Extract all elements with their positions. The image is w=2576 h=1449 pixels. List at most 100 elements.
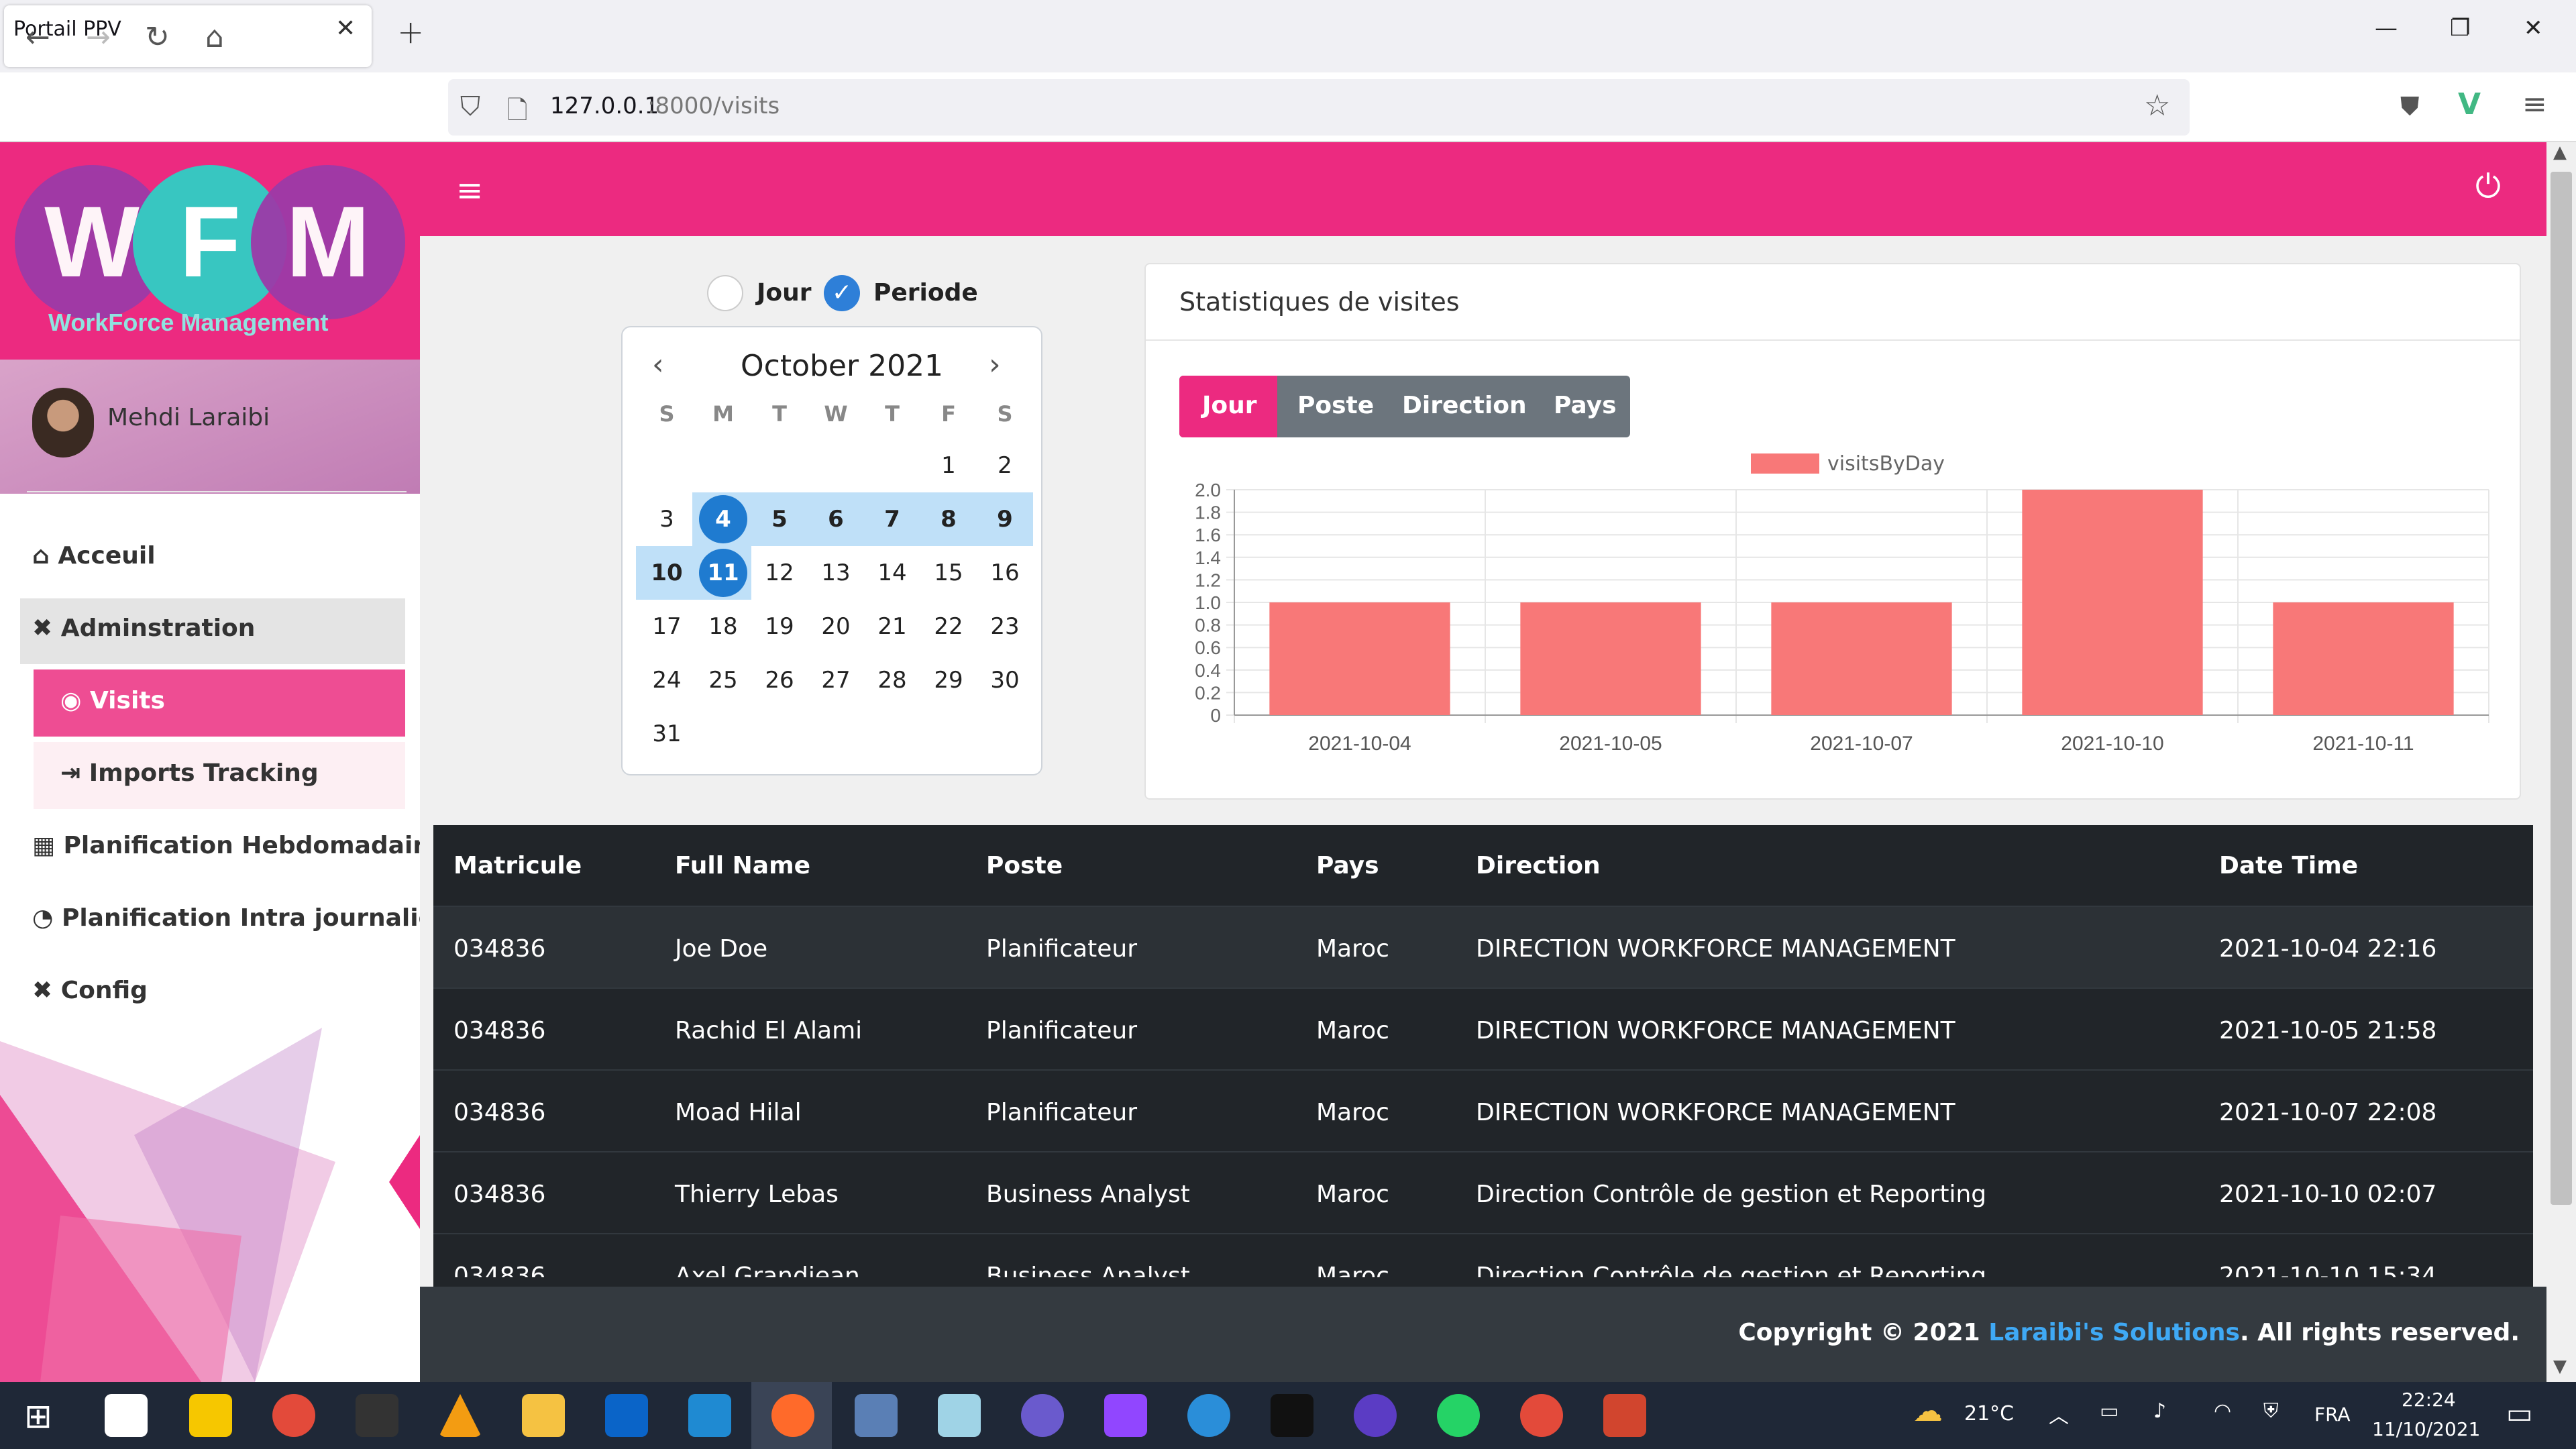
calendar-day[interactable]: 17	[639, 600, 695, 653]
back-icon[interactable]: ←	[25, 20, 50, 54]
clock-date[interactable]: 11/10/2021	[2372, 1418, 2480, 1440]
sidebar-item-config[interactable]: ✖ Config	[32, 977, 148, 1004]
chevron-left-icon[interactable]: ‹	[652, 347, 664, 382]
sidebar-item-planification-hebdo[interactable]: ▦ Planification Hebdomadaire	[32, 832, 420, 859]
calendar-day[interactable]: 2	[977, 439, 1033, 492]
chrome-icon[interactable]	[272, 1394, 315, 1437]
vue-devtools-icon[interactable]: V	[2458, 87, 2481, 121]
eclipse-icon[interactable]	[1021, 1394, 1064, 1437]
stats-tab-poste[interactable]: Poste	[1297, 392, 1374, 419]
calendar-day[interactable]: 4	[695, 492, 751, 546]
tab-close-icon[interactable]: ✕	[335, 15, 356, 42]
bookmark-star-icon[interactable]: ☆	[2144, 89, 2170, 123]
calendar-day[interactable]: 21	[864, 600, 920, 653]
reload-icon[interactable]: ↻	[145, 20, 170, 54]
calendar-day[interactable]: 26	[751, 653, 808, 707]
battery-icon[interactable]: ▭	[2100, 1399, 2118, 1423]
window-close-icon[interactable]: ✕	[2524, 15, 2543, 42]
calendar-day[interactable]: 30	[977, 653, 1033, 707]
restore-icon[interactable]: ❐	[2450, 15, 2470, 42]
calendar-day[interactable]: 23	[977, 600, 1033, 653]
iptv-icon[interactable]	[1354, 1394, 1397, 1437]
calendar-day[interactable]: 27	[808, 653, 864, 707]
calendar-day[interactable]: 7	[864, 492, 920, 546]
clock-time[interactable]: 22:24	[2402, 1389, 2456, 1411]
periode-radio[interactable]: ✓	[824, 275, 860, 311]
sidebar-item-adminstration[interactable]: ✖ Adminstration	[32, 614, 255, 642]
hamburger-icon[interactable]: ≡	[456, 172, 483, 209]
calendar-day[interactable]: 5	[751, 492, 808, 546]
calendar-day[interactable]: 14	[864, 546, 920, 600]
chrome-profile-icon[interactable]	[1520, 1394, 1563, 1437]
windows-start-icon[interactable]: ⊞	[24, 1397, 52, 1436]
company-link[interactable]: Laraibi's Solutions	[1988, 1319, 2240, 1346]
calendar-day[interactable]: 18	[695, 600, 751, 653]
calendar-day[interactable]: 1	[920, 439, 977, 492]
scroll-down-icon[interactable]: ▼	[2553, 1356, 2567, 1377]
calendar-day[interactable]: 19	[751, 600, 808, 653]
calendar-day[interactable]: 29	[920, 653, 977, 707]
notion-icon[interactable]	[105, 1394, 148, 1437]
weather-icon[interactable]: ☁	[1913, 1394, 1943, 1428]
minimize-icon[interactable]: —	[2375, 15, 2398, 42]
table-header-cell[interactable]: Full Name	[675, 852, 810, 879]
security-icon[interactable]: ⛨	[2263, 1399, 2279, 1423]
forward-icon[interactable]: →	[86, 20, 111, 54]
calendar-day[interactable]: 12	[751, 546, 808, 600]
remote-desktop-icon[interactable]	[855, 1394, 898, 1437]
table-header-cell[interactable]: Pays	[1316, 852, 1379, 879]
calendar-day[interactable]: 9	[977, 492, 1033, 546]
calendar-day[interactable]: 10	[639, 546, 695, 600]
calendar-day[interactable]: 22	[920, 600, 977, 653]
calendar-day[interactable]: 8	[920, 492, 977, 546]
pocket-icon[interactable]: ⛊	[2400, 91, 2420, 121]
calendar-day[interactable]: 15	[920, 546, 977, 600]
jour-radio[interactable]	[707, 275, 743, 311]
table-header-cell[interactable]: Date Time	[2219, 852, 2358, 879]
power-icon[interactable]: ⏻	[2475, 168, 2501, 206]
eraser-icon[interactable]	[938, 1394, 981, 1437]
scrollbar-thumb[interactable]	[2551, 172, 2572, 1205]
calendar-day[interactable]: 11	[695, 546, 751, 600]
calendar-day[interactable]: 20	[808, 600, 864, 653]
messenger-icon[interactable]	[1187, 1394, 1230, 1437]
whatsapp-icon[interactable]	[1437, 1394, 1480, 1437]
calendar-day[interactable]: 3	[639, 492, 695, 546]
stats-tab-jour[interactable]: Jour	[1202, 392, 1257, 419]
app-icon[interactable]	[1271, 1394, 1313, 1437]
calendar-day[interactable]: 16	[977, 546, 1033, 600]
scroll-up-icon[interactable]: ▲	[2553, 142, 2567, 162]
table-header-cell[interactable]: Poste	[986, 852, 1063, 879]
sidebar-item-acceuil[interactable]: ⌂ Acceuil	[32, 542, 156, 570]
sidebar-item-planification-intra[interactable]: ◔ Planification Intra journaliè	[32, 904, 420, 932]
app-icon-2[interactable]	[1603, 1394, 1646, 1437]
menu-icon[interactable]: ≡	[2522, 87, 2547, 121]
home-icon[interactable]: ⌂	[205, 20, 224, 54]
sidebar-item-visits[interactable]: ◉ Visits	[60, 687, 165, 714]
vscode-icon[interactable]	[688, 1394, 731, 1437]
twitch-icon[interactable]	[1104, 1394, 1147, 1437]
language-indicator[interactable]: FRA	[2314, 1403, 2351, 1426]
new-tab-icon[interactable]: +	[397, 13, 424, 51]
wifi-icon[interactable]: ◠	[2214, 1399, 2231, 1423]
table-header-cell[interactable]: Matricule	[453, 852, 582, 879]
calendar-day[interactable]: 13	[808, 546, 864, 600]
table-header-cell[interactable]: Direction	[1476, 852, 1601, 879]
stats-tab-direction[interactable]: Direction	[1402, 392, 1527, 419]
tray-chevron-icon[interactable]: ︿	[2049, 1399, 2069, 1429]
stats-tab-pays[interactable]: Pays	[1554, 392, 1617, 419]
shield-icon[interactable]: ⛉	[460, 91, 480, 122]
sticky-notes-icon[interactable]	[189, 1394, 232, 1437]
calendar-day[interactable]: 25	[695, 653, 751, 707]
notifications-icon[interactable]: ▭	[2506, 1397, 2533, 1430]
calendar-day[interactable]: 28	[864, 653, 920, 707]
calendar-day[interactable]: 31	[639, 707, 695, 761]
calendar-day[interactable]: 24	[639, 653, 695, 707]
outlook-icon[interactable]	[605, 1394, 648, 1437]
volume-icon[interactable]: ♪	[2153, 1399, 2166, 1423]
file-explorer-icon[interactable]	[522, 1394, 565, 1437]
chevron-right-icon[interactable]: ›	[989, 347, 1001, 382]
firefox-icon[interactable]	[771, 1394, 814, 1437]
terminal-icon[interactable]	[356, 1394, 398, 1437]
sidebar-item-imports-tracking[interactable]: ⇥ Imports Tracking	[60, 759, 319, 787]
